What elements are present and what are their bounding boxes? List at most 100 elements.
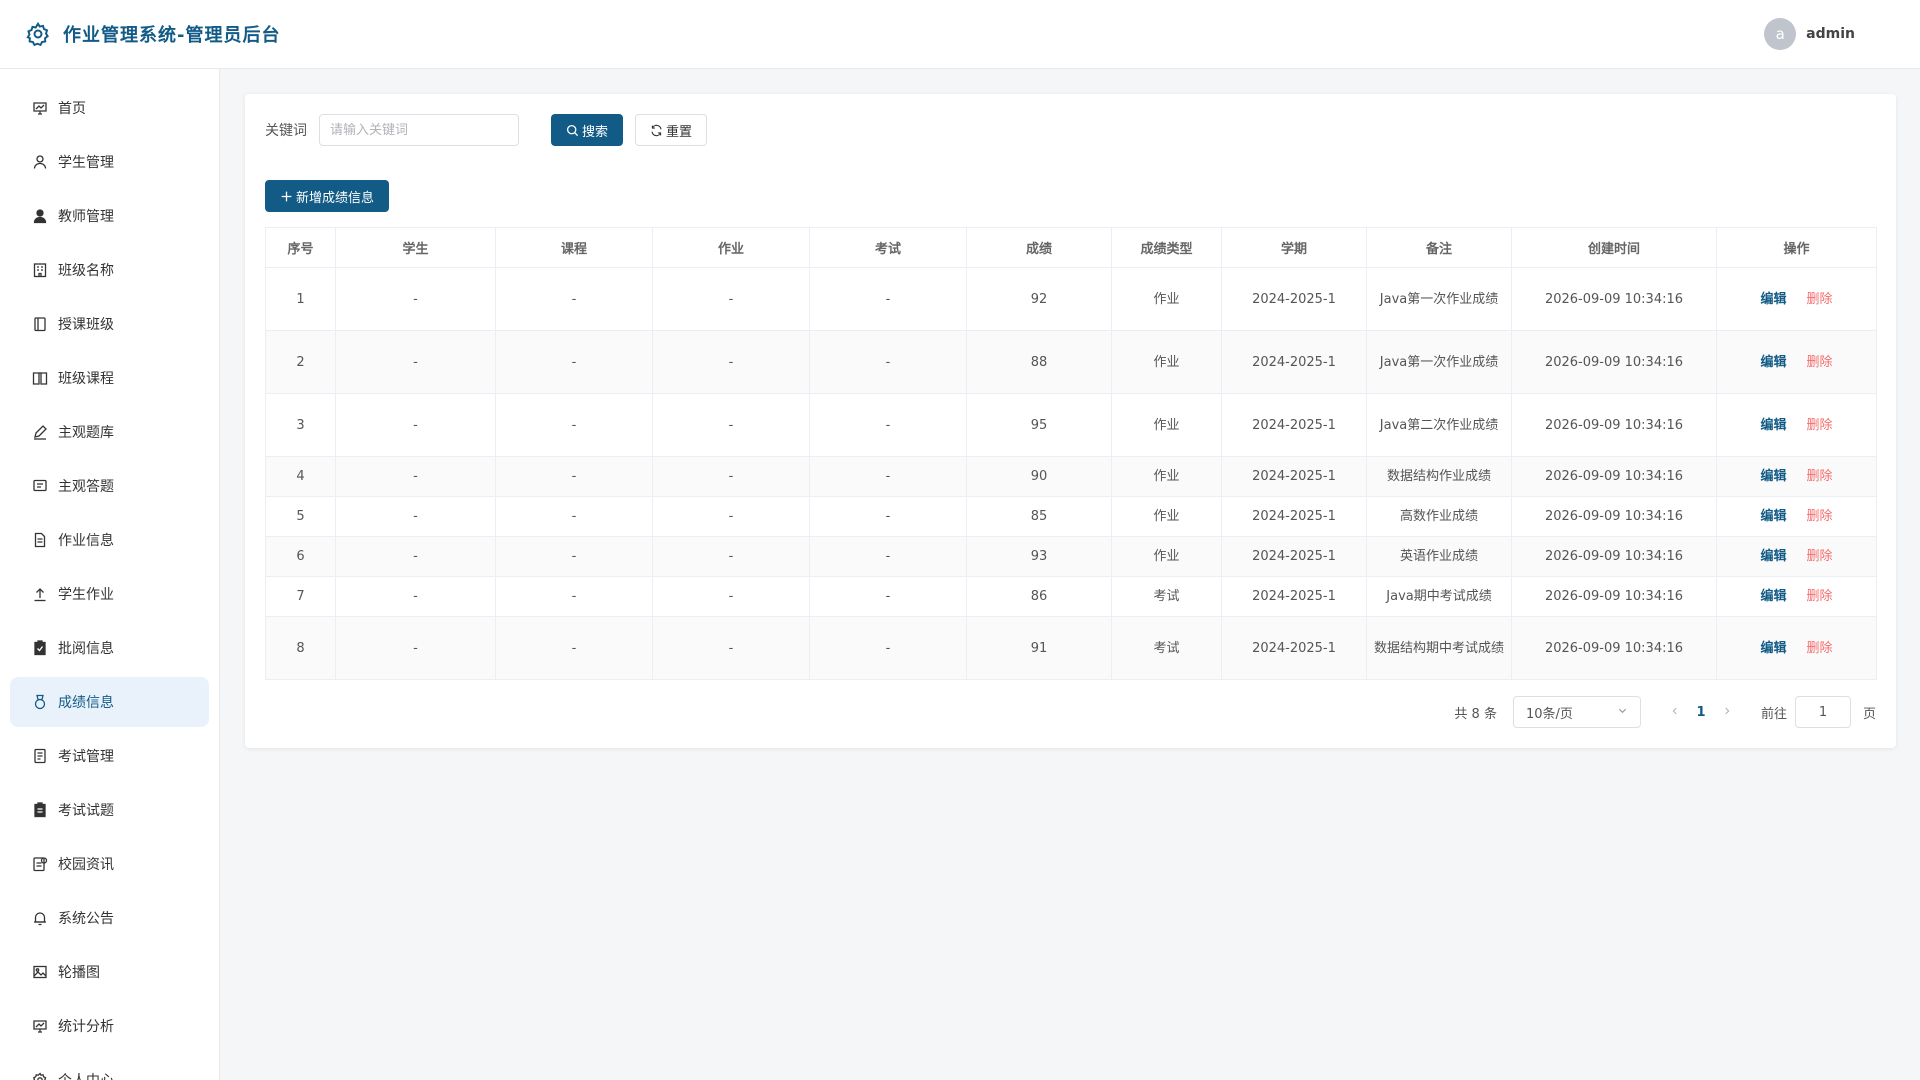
cell-homework: - [652,330,810,394]
pagination: 共 8 条 10条/页 1 前往 页 [265,694,1876,730]
add-score-button[interactable]: 新增成绩信息 [265,180,390,212]
cell-course: - [495,267,653,331]
search-button[interactable]: 搜索 [551,114,624,146]
bell-icon [32,910,48,926]
delete-button[interactable]: 删除 [1807,292,1833,307]
delete-button[interactable]: 删除 [1807,355,1833,370]
sidebar-item-label: 批阅信息 [58,641,114,657]
sidebar-item-label: 学生管理 [58,155,114,171]
sidebar-item-label: 统计分析 [58,1019,114,1035]
building-icon [32,262,48,278]
edit-button[interactable]: 编辑 [1760,509,1786,524]
cell-no: 2 [265,330,336,394]
sidebar-item-label: 首页 [58,101,86,117]
cell-student: - [335,496,496,537]
edit-button[interactable]: 编辑 [1760,418,1786,433]
page-size-select[interactable]: 10条/页 [1512,696,1641,728]
cell-type: 作业 [1111,536,1222,577]
sidebar-item-4[interactable]: 授课班级 [10,299,209,349]
sidebar-item-label: 校园资讯 [58,857,114,873]
cell-actions: 编辑 删除 [1716,456,1877,497]
cell-remark: Java第一次作业成绩 [1366,267,1512,331]
cell-student: - [335,536,496,577]
sidebar-item-10[interactable]: 批阅信息 [10,623,209,673]
top-header: 作业管理系统-管理员后台 a admin [0,0,1920,69]
edit-button[interactable]: 编辑 [1760,589,1786,604]
cell-homework: - [652,536,810,577]
sidebar-item-2[interactable]: 教师管理 [10,191,209,241]
prev-page-button[interactable] [1665,705,1685,720]
sidebar-item-17[interactable]: 统计分析 [10,1001,209,1051]
cell-actions: 编辑 删除 [1716,393,1877,457]
sidebar-item-6[interactable]: 主观题库 [10,407,209,457]
sidebar-item-label: 学生作业 [58,587,114,603]
edit-button[interactable]: 编辑 [1760,292,1786,307]
cell-actions: 编辑 删除 [1716,576,1877,617]
sidebar-item-7[interactable]: 主观答题 [10,461,209,511]
cell-remark: 数据结构作业成绩 [1366,456,1512,497]
cell-no: 6 [265,536,336,577]
keyword-input[interactable] [319,114,519,146]
cell-course: - [495,496,653,537]
goto-label: 前往 [1760,706,1787,722]
delete-button[interactable]: 删除 [1807,509,1833,524]
sidebar-item-15[interactable]: 系统公告 [10,893,209,943]
column-header: 序号 [265,227,336,268]
sidebar-item-9[interactable]: 学生作业 [10,569,209,619]
sidebar-item-18[interactable]: 个人中心 [10,1055,209,1080]
edit-button[interactable]: 编辑 [1760,549,1786,564]
sidebar-item-3[interactable]: 班级名称 [10,245,209,295]
cell-type: 考试 [1111,576,1222,617]
cell-homework: - [652,456,810,497]
reset-button[interactable]: 重置 [635,114,708,146]
cell-exam: - [809,496,967,537]
next-page-button[interactable] [1717,705,1737,720]
user-menu[interactable]: a admin [1764,18,1855,50]
cell-score: 92 [966,267,1112,331]
sidebar-item-14[interactable]: 校园资讯 [10,839,209,889]
column-header: 备注 [1366,227,1512,268]
cell-exam: - [809,330,967,394]
sidebar-item-16[interactable]: 轮播图 [10,947,209,997]
plus-icon [280,190,293,203]
sidebar-item-8[interactable]: 作业信息 [10,515,209,565]
cell-term: 2024-2025-1 [1221,456,1367,497]
cell-term: 2024-2025-1 [1221,330,1367,394]
pen-icon [32,424,48,440]
cell-type: 作业 [1111,393,1222,457]
cell-remark: 高数作业成绩 [1366,496,1512,537]
sidebar-item-label: 系统公告 [58,911,114,927]
page-number-1[interactable]: 1 [1685,705,1717,720]
sidebar-item-0[interactable]: 首页 [10,83,209,133]
keyword-label: 关键词 [265,123,307,139]
cell-term: 2024-2025-1 [1221,496,1367,537]
delete-button[interactable]: 删除 [1807,549,1833,564]
sidebar-item-12[interactable]: 考试管理 [10,731,209,781]
goto-page-input[interactable] [1794,696,1851,728]
cell-student: - [335,576,496,617]
username[interactable]: admin [1806,26,1855,42]
cell-created: 2026-09-09 10:34:16 [1511,576,1717,617]
sidebar-item-1[interactable]: 学生管理 [10,137,209,187]
sidebar-item-13[interactable]: 考试试题 [10,785,209,835]
edit-button[interactable]: 编辑 [1760,641,1786,656]
edit-button[interactable]: 编辑 [1760,355,1786,370]
delete-button[interactable]: 删除 [1807,469,1833,484]
total-count: 共 8 条 [1454,706,1497,722]
sidebar-item-11[interactable]: 成绩信息 [10,677,209,727]
sidebar-item-label: 教师管理 [58,209,114,225]
sidebar-item-5[interactable]: 班级课程 [10,353,209,403]
cell-type: 作业 [1111,456,1222,497]
cell-score: 95 [966,393,1112,457]
avatar[interactable]: a [1764,18,1797,50]
cell-homework: - [652,267,810,331]
cell-created: 2026-09-09 10:34:16 [1511,496,1717,537]
table-header-row: 序号 学生 课程 作业 考试 成绩 成绩类型 学期 备注 创建时间 操作 [265,227,1877,268]
edit-button[interactable]: 编辑 [1760,469,1786,484]
cell-term: 2024-2025-1 [1221,267,1367,331]
cell-created: 2026-09-09 10:34:16 [1511,616,1717,680]
delete-button[interactable]: 删除 [1807,589,1833,604]
delete-button[interactable]: 删除 [1807,418,1833,433]
sidebar-item-label: 授课班级 [58,317,114,333]
delete-button[interactable]: 删除 [1807,641,1833,656]
